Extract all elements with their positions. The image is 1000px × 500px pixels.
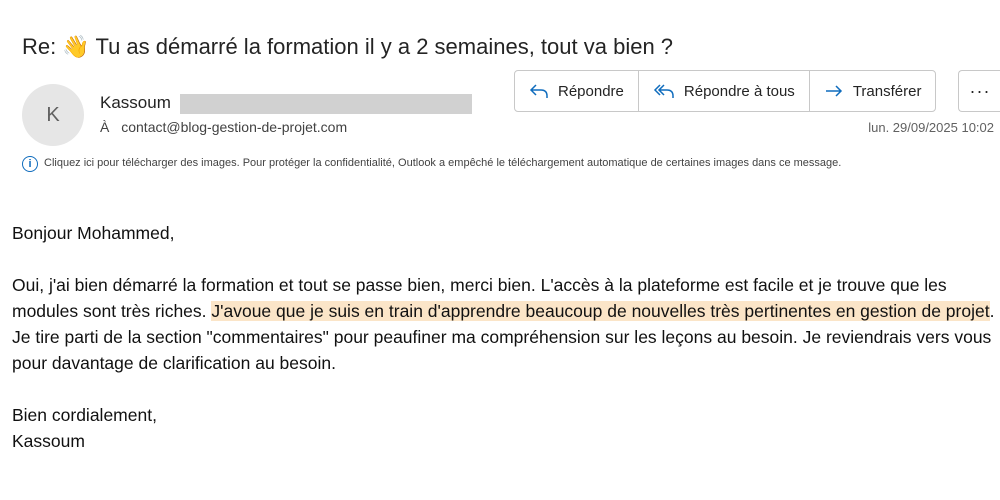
signature: Kassoum (12, 431, 85, 451)
body-paragraph: Oui, j'ai bien démarré la formation et t… (12, 272, 998, 376)
to-prefix: À (100, 119, 110, 135)
image-download-banner[interactable]: i Cliquez ici pour télécharger des image… (22, 155, 972, 172)
highlighted-text: J'avoue que je suis en train d'apprendre… (211, 301, 990, 321)
reply-all-label: Répondre à tous (683, 82, 795, 100)
banner-text[interactable]: Cliquez ici pour télécharger des images.… (44, 155, 841, 172)
reply-icon (529, 82, 549, 100)
forward-arrow-icon (824, 82, 844, 100)
avatar-initial: K (46, 103, 60, 126)
info-icon: i (22, 156, 38, 172)
reply-label: Répondre (558, 82, 624, 100)
redacted-sender-address (180, 94, 472, 114)
email-date: lun. 29/09/2025 10:02 (868, 120, 994, 135)
more-dots-icon: ··· (969, 80, 991, 101)
avatar[interactable]: K (22, 84, 84, 146)
closing: Bien cordialement, (12, 405, 157, 425)
greeting: Bonjour Mohammed, (12, 223, 175, 243)
more-actions-button[interactable]: ··· (958, 70, 1000, 112)
recipient-line: À contact@blog-gestion-de-projet.com (100, 119, 347, 135)
reply-all-icon (653, 82, 675, 100)
recipient-address[interactable]: contact@blog-gestion-de-projet.com (121, 119, 347, 135)
reply-all-button[interactable]: Répondre à tous (639, 71, 810, 111)
email-subject: Re: 👋 Tu as démarré la formation il y a … (22, 34, 674, 59)
email-body: Bonjour Mohammed, Oui, j'ai bien démarré… (12, 220, 998, 454)
message-actions-toolbar: Répondre Répondre à tous Transférer (514, 70, 937, 112)
forward-button[interactable]: Transférer (810, 71, 936, 111)
forward-label: Transférer (852, 82, 922, 100)
reply-button[interactable]: Répondre (515, 71, 639, 111)
sender-name[interactable]: Kassoum (100, 93, 171, 113)
